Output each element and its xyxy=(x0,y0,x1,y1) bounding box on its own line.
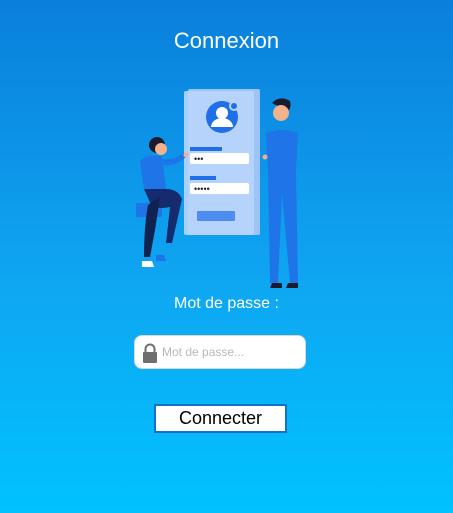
connect-button[interactable]: Connecter xyxy=(154,404,287,433)
lock-icon xyxy=(143,343,157,363)
page-title: Connexion xyxy=(173,28,280,53)
password-label: Mot de passe : xyxy=(174,295,279,312)
illustration-password-dots: ••• xyxy=(194,154,203,164)
illustration-man xyxy=(262,98,298,288)
illustration-woman xyxy=(136,137,189,267)
login-illustration: ••• ••••• xyxy=(136,89,298,288)
password-input[interactable] xyxy=(162,336,302,368)
illustration-password-dots-2: ••••• xyxy=(194,184,210,194)
password-field[interactable] xyxy=(134,335,306,369)
